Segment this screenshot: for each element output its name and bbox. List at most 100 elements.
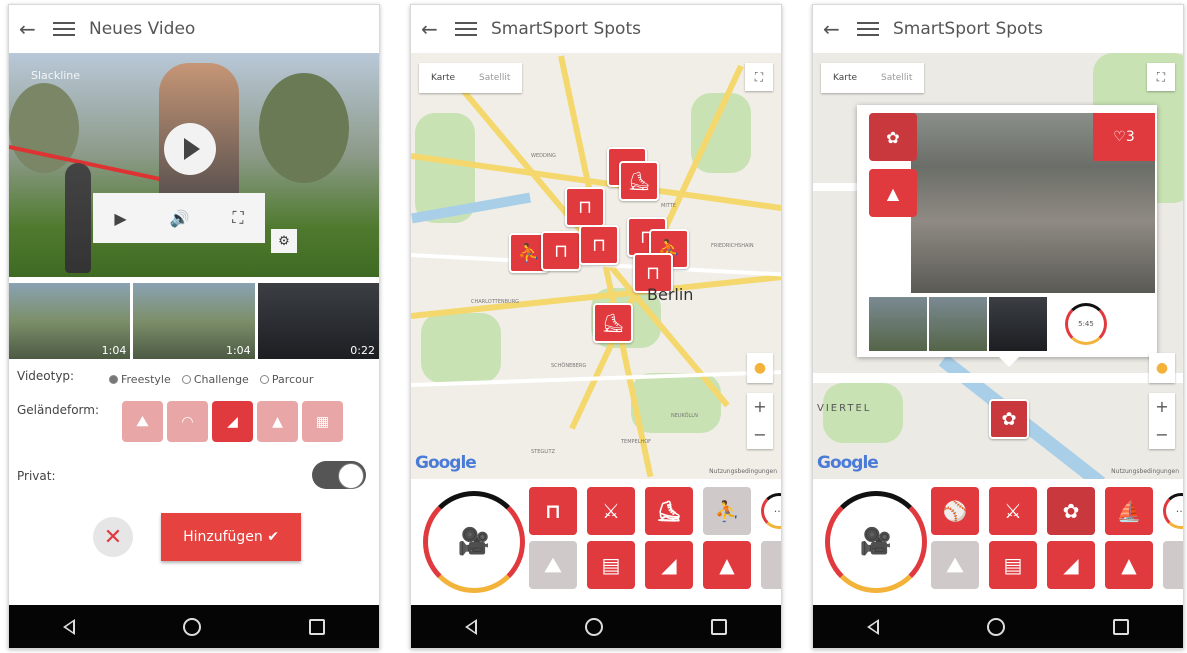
category-fencing-icon[interactable]: ⚔ (587, 487, 635, 535)
map-tab-karte[interactable]: Karte (419, 63, 467, 93)
category-partial-icon[interactable] (1163, 541, 1183, 589)
radio-parcour[interactable]: Parcour (259, 373, 313, 386)
hamburger-menu-icon[interactable] (53, 22, 75, 36)
thumbnail-strip: 1:04 1:04 0:22 (9, 283, 379, 359)
category-fencing-icon[interactable]: ⚔ (989, 487, 1037, 535)
category-skate-icon[interactable]: ⛸ (645, 487, 693, 535)
district-label: SCHÖNEBERG (551, 363, 587, 369)
category-ramp-icon[interactable]: ◢ (1047, 541, 1095, 589)
settings-gear-icon[interactable]: ⚙ (271, 229, 297, 253)
radio-challenge[interactable]: Challenge (181, 373, 249, 386)
map-fullscreen-icon[interactable]: ⛶ (1147, 63, 1175, 91)
terrain-grass-icon[interactable]: ⛰ (122, 401, 163, 442)
nav-home-icon[interactable] (183, 617, 201, 636)
category-hall-icon[interactable]: ▤ (587, 541, 635, 589)
nav-back-icon[interactable] (465, 618, 477, 635)
category-baseball-icon[interactable]: ⚾ (931, 487, 979, 535)
play-icon (184, 138, 200, 160)
google-logo: Google (817, 453, 879, 473)
record-video-button[interactable]: 🎥 (423, 491, 525, 593)
map-terms[interactable]: Nutzungsbedingungen (709, 468, 777, 475)
play-small-icon[interactable]: ▶ (114, 209, 126, 228)
terrain-forest-icon[interactable]: ▲ (257, 401, 298, 442)
more-categories-icon[interactable]: ··· (761, 493, 781, 529)
video-thumbnail[interactable] (929, 297, 987, 351)
add-button[interactable]: Hinzufügen ✔ (161, 513, 301, 561)
more-categories-icon[interactable]: ··· (1163, 493, 1183, 529)
zoom-out-button[interactable]: − (1149, 421, 1175, 449)
district-label: MITTE (661, 203, 676, 209)
nav-recent-icon[interactable] (1113, 618, 1129, 635)
video-thumbnail[interactable]: 0:22 (257, 283, 379, 359)
category-mixed-icon[interactable]: ✿ (1047, 487, 1095, 535)
radio-freestyle[interactable]: Freestyle (109, 373, 171, 386)
radio-dot-icon (259, 375, 269, 384)
spot-marker[interactable]: ⛸ (619, 161, 659, 201)
fullscreen-icon[interactable]: ⛶ (232, 208, 243, 228)
map-tab-satellit[interactable]: Satellit (869, 63, 924, 93)
category-parkour-icon[interactable]: ⊓ (529, 487, 577, 535)
spot-marker[interactable]: ⊓ (565, 187, 605, 227)
category-inactive-icon[interactable]: ⛹ (703, 487, 751, 535)
map-tab-karte[interactable]: Karte (821, 63, 869, 93)
back-arrow-icon[interactable]: ← (421, 17, 447, 41)
nav-recent-icon[interactable] (309, 618, 325, 635)
private-toggle[interactable] (312, 461, 366, 489)
category-kayak-icon[interactable]: ⛵ (1105, 487, 1153, 535)
city-label: Berlin (647, 285, 694, 304)
terrain-ramp-icon[interactable]: ◢ (212, 401, 253, 442)
category-partial-icon[interactable] (761, 541, 781, 589)
video-player[interactable]: Slackline ▶ 🔊 ⛶ ⚙ (9, 53, 379, 277)
app-bar: ← SmartSport Spots (813, 5, 1183, 53)
nav-home-icon[interactable] (987, 617, 1005, 636)
video-thumbnail[interactable]: 1:04 (9, 283, 131, 359)
map-fullscreen-icon[interactable]: ⛶ (745, 63, 773, 91)
terrain-sand-icon[interactable]: ▦ (302, 401, 343, 442)
district-label: CHARLOTTENBURG (471, 299, 520, 305)
video-controls: ▶ 🔊 ⛶ (93, 193, 265, 243)
back-arrow-icon[interactable]: ← (19, 17, 45, 41)
nav-home-icon[interactable] (585, 617, 603, 636)
record-video-button[interactable]: 🎥 (825, 491, 927, 593)
spot-marker[interactable]: ⊓ (541, 231, 581, 271)
spot-marker[interactable]: ⊓ (579, 225, 619, 265)
zoom-in-button[interactable]: + (1149, 393, 1175, 421)
map-type-tabs: Karte Satellit (821, 63, 925, 93)
cancel-button[interactable]: ✕ (93, 517, 133, 557)
spot-marker[interactable]: ⛸ (593, 303, 633, 343)
terrain-hill-icon[interactable]: ◠ (167, 401, 208, 442)
category-ramp-icon[interactable]: ◢ (645, 541, 693, 589)
zoom-out-button[interactable]: − (747, 421, 773, 449)
spot-marker[interactable]: ✿ (989, 399, 1029, 439)
pegman-icon[interactable]: ● (1149, 353, 1175, 383)
spot-terrain-icon: ▲ (869, 169, 917, 217)
hamburger-menu-icon[interactable] (455, 22, 477, 36)
hamburger-menu-icon[interactable] (857, 22, 879, 36)
map-tab-satellit[interactable]: Satellit (467, 63, 522, 93)
thumbnail-duration: 0:22 (350, 344, 375, 357)
play-button[interactable] (164, 123, 216, 175)
volume-icon[interactable]: 🔊 (170, 209, 190, 228)
nav-recent-icon[interactable] (711, 618, 727, 635)
category-forest-icon[interactable]: ▲ (703, 541, 751, 589)
video-camera-icon: 🎥 (457, 527, 491, 557)
google-logo: Google (415, 453, 477, 473)
category-hall-icon[interactable]: ▤ (989, 541, 1037, 589)
google-map[interactable]: VIERTEL Karte Satellit ⛶ ✿ ▲ ♡3 5:45 ✿ ●… (813, 53, 1183, 479)
spot-video-thumbs (869, 297, 1047, 351)
nav-back-icon[interactable] (867, 618, 879, 635)
category-grass-icon[interactable]: ⛰ (931, 541, 979, 589)
back-arrow-icon[interactable]: ← (823, 17, 849, 41)
category-forest-icon[interactable]: ▲ (1105, 541, 1153, 589)
nav-back-icon[interactable] (63, 618, 75, 635)
google-map[interactable]: CHARLOTTENBURG WEDDING MITTE FRIEDRICHSH… (411, 53, 781, 479)
district-label: STEGLITZ (531, 449, 556, 455)
map-terms[interactable]: Nutzungsbedingungen (1111, 468, 1179, 475)
category-grass-icon[interactable]: ⛰ (529, 541, 577, 589)
like-button[interactable]: ♡3 (1093, 113, 1155, 161)
zoom-in-button[interactable]: + (747, 393, 773, 421)
pegman-icon[interactable]: ● (747, 353, 773, 383)
video-thumbnail[interactable] (869, 297, 927, 351)
video-thumbnail[interactable]: 1:04 (133, 283, 255, 359)
video-thumbnail[interactable] (989, 297, 1047, 351)
